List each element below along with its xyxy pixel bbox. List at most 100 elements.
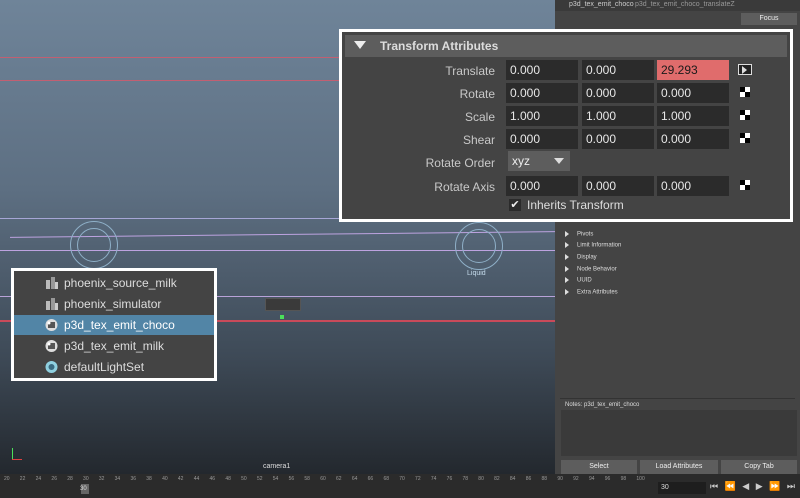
map-button-icon[interactable]	[740, 87, 750, 97]
outliner-item[interactable]: phoenix_simulator	[14, 294, 214, 314]
current-frame-field[interactable]: 30	[658, 482, 706, 494]
rotate-x-field[interactable]: 0.000	[506, 83, 578, 103]
expand-arrow-icon	[565, 289, 569, 295]
timeline-tick-label: 72	[415, 476, 421, 482]
scale-x-field[interactable]: 1.000	[506, 106, 578, 126]
focus-button[interactable]: Focus	[741, 13, 797, 25]
timeline-tick-label: 60	[320, 476, 326, 482]
rotate-axis-y-field[interactable]: 0.000	[582, 176, 654, 196]
gizmo-ring	[462, 229, 496, 263]
timeline-tick-label: 84	[509, 476, 516, 482]
section-uuid[interactable]: UUID	[565, 277, 780, 287]
chevron-down-icon	[554, 158, 564, 164]
phoenix-source-icon	[46, 277, 58, 289]
timeline-tick-label: 68	[383, 476, 389, 482]
phoenix-simulator-icon	[46, 298, 58, 310]
expand-arrow-icon	[565, 254, 569, 260]
timeline-tick-label: 64	[351, 476, 358, 482]
transform-attributes-header[interactable]: Transform Attributes	[345, 35, 787, 57]
scale-label: Scale	[464, 110, 495, 124]
translate-z-field[interactable]: 29.293	[657, 60, 729, 80]
divider	[560, 398, 795, 399]
timeline-tick-label: 54	[272, 476, 279, 482]
outliner-item[interactable]: defaultLightSet	[14, 357, 214, 377]
timeline-tick-label: 50	[241, 476, 247, 482]
copy-tab-button[interactable]: Copy Tab	[721, 460, 797, 474]
outliner-item[interactable]: p3d_tex_emit_milk	[14, 336, 214, 356]
timeline-tick-label: 20	[4, 476, 10, 482]
section-pivots[interactable]: Pivots	[565, 231, 780, 241]
expand-arrow-icon	[565, 266, 569, 272]
expand-arrow-icon	[565, 242, 569, 248]
timeline-tick-label: 52	[256, 476, 263, 482]
scale-z-field[interactable]: 1.000	[657, 106, 729, 126]
outliner-item[interactable]: p3d_tex_emit_choco	[14, 315, 214, 335]
timeline-tick-label: 24	[35, 476, 42, 482]
rotate-z-field[interactable]: 0.000	[657, 83, 729, 103]
timeline-tick-label: 44	[193, 476, 200, 482]
timeline-tick-label: 100	[636, 476, 645, 482]
rotate-axis-label: Rotate Axis	[434, 180, 495, 194]
timeline-tick-label: 88	[541, 476, 548, 482]
liquid-label: Liquid	[467, 270, 486, 277]
map-button-icon[interactable]	[740, 180, 750, 190]
pivot-point[interactable]	[280, 315, 284, 319]
time-slider[interactable]: 20 22 24 26 28 30 32 34 36 38 40 42 44 46 48 50 52 54 56 58…	[0, 474, 800, 498]
timeline-tick-label: 32	[98, 476, 105, 482]
playback-controls[interactable]: ⏮ ⏪ ◀ ▶ ⏩ ⏭	[710, 481, 797, 492]
texture-emitter-icon	[45, 319, 58, 331]
notes-field[interactable]	[561, 410, 797, 456]
expand-arrow-icon	[565, 277, 569, 283]
inherits-transform-checkbox[interactable]: ✔	[509, 199, 521, 211]
emitter-plane[interactable]	[265, 298, 301, 311]
timeline-tick-label: 34	[114, 476, 121, 482]
outliner-list: phoenix_source_milk phoenix_simulator p3…	[11, 268, 217, 381]
rotate-axis-x-field[interactable]: 0.000	[506, 176, 578, 196]
tab-translatez[interactable]: p3d_tex_emit_choco_translateZ	[635, 1, 735, 8]
tab-p3d-tex-emit-choco[interactable]: p3d_tex_emit_choco	[569, 1, 634, 8]
transform-attributes-panel: Transform Attributes Translate 0.000 0.0…	[339, 29, 793, 222]
timeline-tick-label: 76	[446, 476, 453, 482]
section-node-behavior[interactable]: Node Behavior	[565, 266, 780, 276]
timeline-tick-label: 98	[620, 476, 627, 482]
rotate-order-label: Rotate Order	[425, 156, 495, 170]
timeline-tick-label: 26	[51, 476, 57, 482]
gizmo-ring	[77, 228, 111, 262]
section-extra-attributes[interactable]: Extra Attributes	[565, 289, 780, 299]
outliner-item[interactable]: phoenix_source_milk	[14, 273, 214, 293]
timeline-tick-label: 70	[399, 476, 405, 482]
section-title: Transform Attributes	[380, 39, 499, 53]
light-set-icon	[45, 361, 58, 373]
timeline-tick-label: 46	[209, 476, 216, 482]
timeline-tick-label: 82	[494, 476, 500, 482]
rotate-order-dropdown[interactable]: xyz	[508, 151, 570, 171]
load-attributes-button[interactable]: Load Attributes	[640, 460, 718, 474]
shear-y-field[interactable]: 0.000	[582, 129, 654, 149]
inherits-transform-label: Inherits Transform	[527, 198, 624, 212]
map-button-icon[interactable]	[740, 110, 750, 120]
timeline-tick-label: 38	[146, 476, 152, 482]
timeline-tick-label: 42	[177, 476, 184, 482]
translate-x-field[interactable]: 0.000	[506, 60, 578, 80]
keyed-input-icon[interactable]	[738, 64, 752, 75]
section-limit-information[interactable]: Limit Information	[565, 242, 780, 252]
rotate-y-field[interactable]: 0.000	[582, 83, 654, 103]
scale-y-field[interactable]: 1.000	[582, 106, 654, 126]
timeline-tick-label: 78	[462, 476, 469, 482]
timeline-tick-label: 48	[225, 476, 231, 482]
translate-y-field[interactable]: 0.000	[582, 60, 654, 80]
timeline-tick-label: 28	[67, 476, 73, 482]
translate-label: Translate	[445, 64, 495, 78]
texture-emitter-icon	[45, 340, 58, 352]
select-button[interactable]: Select	[561, 460, 637, 474]
shear-x-field[interactable]: 0.000	[506, 129, 578, 149]
timeline-tick-label: 56	[288, 476, 295, 482]
notes-label: Notes: p3d_tex_emit_choco	[565, 402, 640, 408]
shear-label: Shear	[462, 133, 495, 147]
map-button-icon[interactable]	[740, 133, 750, 143]
expand-arrow-icon	[565, 231, 569, 237]
shear-z-field[interactable]: 0.000	[657, 129, 729, 149]
timeline-tick-label: 58	[304, 476, 310, 482]
rotate-axis-z-field[interactable]: 0.000	[657, 176, 729, 196]
section-display[interactable]: Display	[565, 254, 780, 264]
